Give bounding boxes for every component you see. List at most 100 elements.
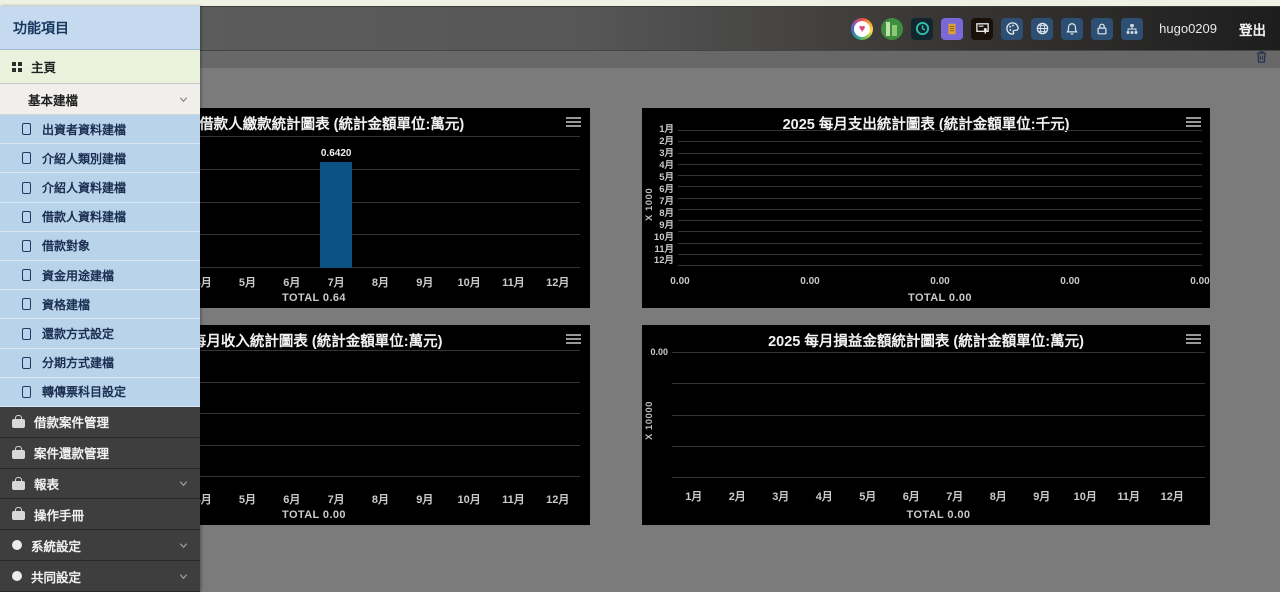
x-tick-label: 0.00 — [666, 276, 694, 287]
chevron-down-icon — [179, 572, 188, 581]
sidebar-item-label: 系統設定 — [31, 536, 81, 555]
x-axis-ticks: 0.000.000.000.000.00 — [666, 276, 1214, 287]
plot-area-4 — [672, 352, 1205, 478]
x-axis-label: 10月 — [447, 491, 491, 507]
category-label: 11月 — [648, 245, 674, 255]
x-axis-label: 4月 — [803, 488, 847, 504]
page-icon — [22, 298, 31, 310]
sidebar-item-label: 主頁 — [31, 57, 56, 76]
sidebar-sub-item[interactable]: 還款方式設定 — [0, 319, 200, 348]
category-label: 4月 — [648, 161, 674, 171]
profit-chart-panel: 2025 每月損益金額統計圖表 (統計金額單位:萬元) X 10000 0.00… — [642, 325, 1210, 525]
x-axis-label: 6月 — [890, 488, 934, 504]
sidebar-title: 功能項目 — [0, 6, 200, 50]
sidebar-sub-item-label: 資金用途建檔 — [42, 267, 114, 284]
total-label: TOTAL 0.00 — [678, 292, 1202, 304]
x-axis-label: 5月 — [225, 274, 269, 290]
sidebar-item-case-repayment[interactable]: 案件還款管理 — [0, 438, 200, 469]
sidebar-item-manual[interactable]: 操作手冊 — [0, 499, 200, 530]
category-label: 1月 — [648, 125, 674, 135]
gridlines — [678, 130, 1202, 266]
sidebar: 功能項目 主頁 基本建檔 出資者資料建檔 介紹人類別建檔 介紹人資料建檔 借款人… — [0, 6, 200, 592]
sidebar-item-common-settings[interactable]: 共同設定 — [0, 561, 200, 592]
sidebar-item-label: 報表 — [34, 474, 59, 493]
bell-icon[interactable] — [1061, 18, 1083, 40]
y-tick-label: 0.00 — [644, 347, 668, 357]
sidebar-sub-item-label: 轉傳票科目設定 — [42, 383, 126, 400]
category-label: 8月 — [648, 209, 674, 219]
page-icon — [22, 269, 31, 281]
circle-icon — [12, 540, 22, 550]
sidebar-item-home[interactable]: 主頁 — [0, 50, 200, 84]
chart-menu-icon[interactable] — [566, 117, 581, 129]
globe-icon[interactable] — [1031, 18, 1053, 40]
username-label: hugo0209 — [1159, 21, 1217, 36]
clock-icon[interactable] — [911, 18, 933, 40]
sidebar-sub-item[interactable]: 介紹人資料建檔 — [0, 173, 200, 202]
sidebar-sub-item[interactable]: 分期方式建檔 — [0, 349, 200, 378]
x-axis-label: 8月 — [358, 491, 402, 507]
briefcase-icon — [12, 450, 25, 459]
sidebar-group-label: 基本建檔 — [28, 90, 78, 109]
scroll-icon[interactable] — [941, 18, 963, 40]
presentation-board-icon[interactable] — [971, 18, 993, 40]
sidebar-item-loan-cases[interactable]: 借款案件管理 — [0, 407, 200, 438]
x-tick-label: 0.00 — [1186, 276, 1214, 287]
x-axis-label: 6月 — [270, 491, 314, 507]
trash-icon[interactable] — [1255, 50, 1268, 69]
sidebar-sub-item[interactable]: 資金用途建檔 — [0, 261, 200, 290]
x-axis-label: 9月 — [1020, 488, 1064, 504]
page-icon — [22, 357, 31, 369]
x-axis-label: 11月 — [491, 274, 535, 290]
sidebar-sub-item[interactable]: 出資者資料建檔 — [0, 115, 200, 144]
x-axis-label: 5月 — [225, 491, 269, 507]
briefcase-icon — [12, 419, 25, 428]
green-logo-icon[interactable] — [881, 18, 903, 40]
x-axis-label: 1月 — [672, 488, 716, 504]
chevron-down-icon — [179, 95, 188, 104]
sidebar-sub-item-label: 資格建檔 — [42, 296, 90, 313]
chart-menu-icon[interactable] — [1186, 334, 1201, 346]
sidebar-sub-item[interactable]: 轉傳票科目設定 — [0, 378, 200, 407]
category-label: 7月 — [648, 197, 674, 207]
column-bar: 0.6420 — [320, 162, 352, 268]
x-axis-labels: 1月2月3月4月5月6月7月8月9月10月11月12月 — [672, 488, 1194, 504]
colorful-logo-icon[interactable]: ♥ — [851, 18, 873, 40]
chevron-down-icon — [179, 479, 188, 488]
page-icon — [22, 152, 31, 164]
sidebar-sub-item-label: 分期方式建檔 — [42, 354, 114, 371]
bar-value-label: 0.6420 — [321, 148, 352, 159]
circle-icon — [12, 571, 22, 581]
chart-title: 2025 每月損益金額統計圖表 (統計金額單位:萬元) — [642, 330, 1210, 351]
category-label: 9月 — [648, 221, 674, 231]
sidebar-group-basic-setup[interactable]: 基本建檔 — [0, 84, 200, 115]
x-tick-label: 0.00 — [1056, 276, 1084, 287]
palette-icon[interactable] — [1001, 18, 1023, 40]
total-label: TOTAL 0.00 — [672, 509, 1205, 521]
sidebar-sub-item-label: 借款對象 — [42, 237, 90, 254]
chart-menu-icon[interactable] — [1186, 117, 1201, 129]
sidebar-item-label: 案件還款管理 — [34, 443, 109, 462]
sidebar-item-system-settings[interactable]: 系統設定 — [0, 530, 200, 561]
chart-menu-icon[interactable] — [566, 334, 581, 346]
sidebar-sub-item[interactable]: 介紹人類別建檔 — [0, 144, 200, 173]
x-tick-label: 0.00 — [926, 276, 954, 287]
gridlines — [672, 352, 1205, 478]
sidebar-sub-item[interactable]: 資格建檔 — [0, 290, 200, 319]
sidebar-sub-item[interactable]: 借款人資料建檔 — [0, 203, 200, 232]
x-axis-label: 8月 — [358, 274, 402, 290]
page-icon — [22, 123, 31, 135]
briefcase-icon — [12, 481, 25, 490]
logout-button[interactable]: 登出 — [1239, 19, 1266, 39]
sitemap-icon[interactable] — [1121, 18, 1143, 40]
x-axis-label: 11月 — [491, 491, 535, 507]
lock-icon[interactable] — [1091, 18, 1113, 40]
sidebar-dark-items: 借款案件管理 案件還款管理 報表 操作手冊 系統設定 共同設定 — [0, 407, 200, 592]
category-label: 6月 — [648, 185, 674, 195]
x-axis-label: 8月 — [977, 488, 1021, 504]
chevron-down-icon — [179, 541, 188, 550]
sidebar-item-reports[interactable]: 報表 — [0, 469, 200, 500]
sidebar-sub-item[interactable]: 借款對象 — [0, 232, 200, 261]
sidebar-sub-item-label: 出資者資料建檔 — [42, 121, 126, 138]
heart-glyph: ♥ — [854, 21, 870, 37]
